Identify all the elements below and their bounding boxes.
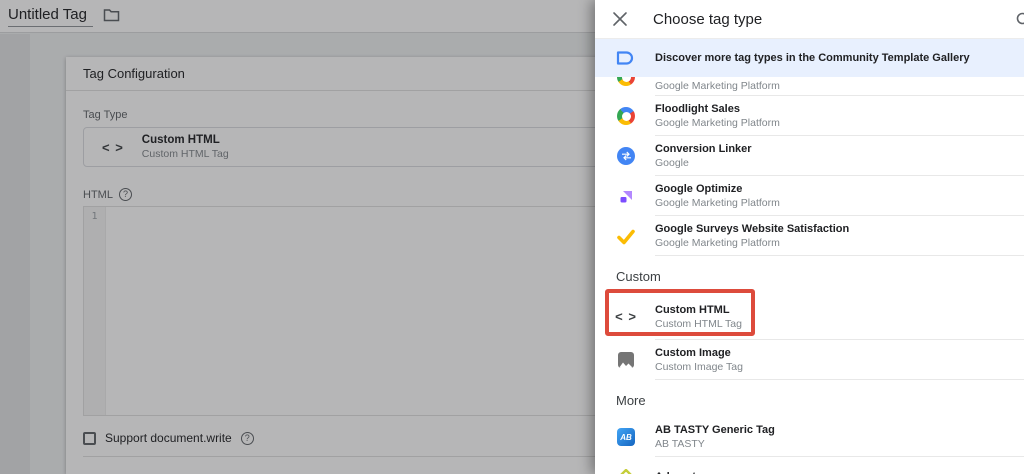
tag-type-item-custom-image[interactable]: Custom Image Custom Image Tag [595,340,1024,380]
tag-type-list: Google Marketing Platform Floodlight Sal… [595,77,1024,474]
drawer-title: Choose tag type [653,11,762,28]
abtasty-icon: AB [617,428,635,446]
tag-icon [616,51,634,65]
item-title: Google Surveys Website Satisfaction [655,223,849,235]
tag-type-item-hidden[interactable]: Google Marketing Platform [595,77,1024,96]
optimize-icon [618,188,635,205]
tag-type-item-floodlight-sales[interactable]: Floodlight Sales Google Marketing Platfo… [595,96,1024,136]
item-title: Floodlight Sales [655,103,780,115]
image-icon [618,352,634,368]
item-title: Custom HTML [655,304,742,316]
tag-type-item-ab-tasty[interactable]: AB AB TASTY Generic Tag AB TASTY [595,417,1024,457]
item-title: Custom Image [655,347,743,359]
tag-type-item-google-optimize[interactable]: Google Optimize Google Marketing Platfor… [595,176,1024,216]
item-title: Google Optimize [655,183,780,195]
search-icon[interactable] [1015,11,1024,29]
tag-type-item-conversion-linker[interactable]: Conversion Linker Google [595,136,1024,176]
item-title: AB TASTY Generic Tag [655,424,775,436]
tag-type-item-google-surveys[interactable]: Google Surveys Website Satisfaction Goog… [595,216,1024,256]
item-subtitle: AB TASTY [655,438,775,450]
item-subtitle: Google Marketing Platform [655,117,780,129]
item-title: Conversion Linker [655,143,752,155]
item-subtitle: Google Marketing Platform [655,80,780,92]
item-subtitle: Google [655,157,752,169]
tag-type-item-custom-html[interactable]: < > Custom HTML Custom HTML Tag [595,293,1024,340]
banner-text: Discover more tag types in the Community… [655,52,970,64]
tag-type-item-adometry[interactable]: Adometry [595,457,1024,474]
section-header-more: More [595,380,1024,417]
item-subtitle: Google Marketing Platform [655,237,849,249]
community-gallery-banner[interactable]: Discover more tag types in the Community… [595,39,1024,77]
section-header-custom: Custom [595,256,1024,293]
floodlight-icon [617,77,635,86]
close-icon[interactable] [611,10,629,28]
adometry-icon [618,469,634,474]
item-subtitle: Custom Image Tag [655,361,743,373]
item-subtitle: Google Marketing Platform [655,197,780,209]
code-icon: < > [615,309,637,324]
floodlight-icon [617,107,635,125]
conversion-linker-icon [617,147,635,165]
choose-tag-type-drawer: Choose tag type Discover more tag types … [595,0,1024,474]
surveys-check-icon [617,228,635,245]
item-subtitle: Custom HTML Tag [655,318,742,330]
